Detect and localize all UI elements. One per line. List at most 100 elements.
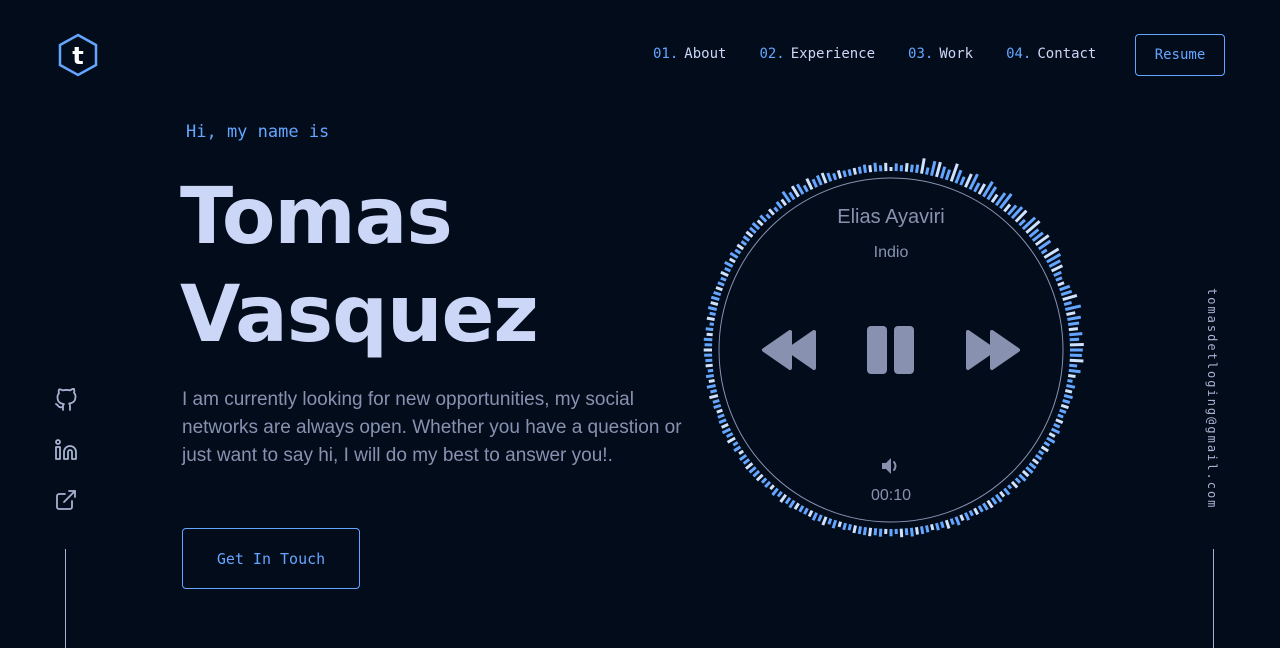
visualizer-bar [709, 394, 719, 400]
visualizer-bar [715, 286, 723, 292]
track-name: Indio [873, 244, 909, 261]
visualizer-bar [724, 260, 734, 268]
visualizer-bar [720, 423, 729, 429]
visualizer-bar [1055, 418, 1064, 424]
visualizer-bar [803, 507, 809, 515]
visualizer-bar [1037, 449, 1045, 456]
resume-button[interactable]: Resume [1135, 34, 1225, 76]
visualizer-bar [915, 526, 919, 535]
nav-item-number: 01. [653, 46, 679, 62]
visualizer-bar [718, 418, 727, 424]
visualizer-bar [827, 518, 833, 525]
visualizer-bar [973, 507, 980, 516]
visualizer-bar [1048, 432, 1056, 438]
visualizer-bar [920, 526, 925, 535]
visualizer-bar [788, 191, 796, 201]
visualizer-bar [1064, 304, 1082, 311]
visualizer-bar [733, 445, 742, 453]
main-nav: 01. About 02. Experience 03. Work 04. Co… [653, 46, 1129, 62]
visualizer-bar [817, 514, 823, 522]
visualizer-bar [954, 516, 961, 526]
visualizer-bar [706, 332, 713, 337]
visualizer-bar [1028, 462, 1037, 470]
visualizer-bar [1067, 379, 1073, 383]
last-name: Vasquez [180, 270, 539, 360]
visualizer-bar [705, 327, 714, 332]
visualizer-bar [939, 166, 947, 179]
visualizer-bar [1050, 427, 1061, 435]
logo-icon[interactable]: t [57, 33, 99, 77]
nav-item-label: About [684, 46, 727, 62]
first-name: Tomas [180, 172, 453, 262]
visualizer-bar [1066, 311, 1076, 316]
visualizer-bar [1053, 270, 1062, 277]
nav-item-about[interactable]: 01. About [653, 46, 726, 62]
visualizer-bar [721, 427, 732, 435]
visualizer-bar [968, 509, 974, 517]
visualizer-bar [713, 290, 722, 297]
visualizer-bar [930, 160, 937, 177]
visualizer-bar [706, 384, 716, 389]
visualizer-bar [832, 172, 838, 181]
visualizer-bar [862, 164, 867, 174]
visualizer-bar [935, 161, 942, 178]
visualizer-bar [1055, 276, 1063, 282]
visualizer-bar [1025, 466, 1034, 474]
fast-forward-icon[interactable] [964, 328, 1022, 372]
visualizer-bar [977, 505, 984, 513]
nav-item-contact[interactable]: 04. Contact [1006, 46, 1096, 62]
linkedin-icon[interactable] [54, 438, 78, 462]
visualizer-bar [868, 527, 873, 537]
nav-item-experience[interactable]: 02. Experience [759, 46, 875, 62]
visualizer-bar [742, 458, 751, 465]
visualizer-bar [1060, 289, 1073, 297]
visualizer-bar [811, 512, 818, 521]
visualizer-bar [1057, 413, 1064, 419]
visualizer-bar [815, 174, 823, 186]
rewind-icon[interactable] [760, 328, 818, 372]
email-link[interactable]: tomasdetloging@gmail.com [1205, 288, 1219, 509]
visualizer-bar [710, 295, 720, 302]
visualizer-bar [904, 162, 909, 172]
visualizer-bar [930, 523, 935, 531]
visualizer-bar [821, 516, 828, 526]
visualizer-bar [973, 182, 981, 193]
visualizer-bar [755, 473, 764, 482]
visualizer-bar [873, 528, 878, 536]
nav-item-work[interactable]: 03. Work [908, 46, 973, 62]
pause-icon[interactable] [866, 325, 916, 375]
visualizer-bar [1059, 284, 1071, 292]
visualizer-bar [1067, 315, 1082, 321]
visualizer-bar [707, 368, 714, 373]
volume-icon[interactable] [880, 456, 902, 476]
logo-letter: t [72, 42, 83, 70]
visualizer-bar [878, 528, 883, 537]
visualizer-bar [738, 449, 745, 456]
external-link-icon[interactable] [54, 488, 78, 512]
visualizer-bar [842, 170, 847, 178]
github-icon[interactable] [54, 388, 78, 412]
visualizer-bar [959, 514, 965, 522]
get-in-touch-button[interactable]: Get In Touch [182, 528, 360, 589]
nav-item-label: Contact [1037, 46, 1097, 62]
visualizer-bar [820, 172, 828, 184]
visualizer-bar [1053, 423, 1061, 429]
visualizer-bar [709, 311, 716, 316]
visualizer-bar [1031, 458, 1040, 465]
visualizer-bar [847, 168, 852, 177]
visualizer-bar [1040, 445, 1050, 453]
visualizer-bar [1069, 358, 1084, 363]
hero-name: Tomas Vasquez [180, 168, 539, 364]
visualizer-bar [836, 169, 843, 179]
visualizer-bar [949, 518, 955, 526]
visualizer-bar [1063, 394, 1073, 400]
visualizer-bar [705, 374, 715, 379]
visualizer-bar [1069, 363, 1078, 368]
visualizer-bar [935, 522, 940, 531]
visualizer-bar [964, 512, 971, 521]
visualizer-bar [703, 337, 713, 342]
visualizer-bar [944, 169, 952, 181]
visualizer-bar [752, 469, 761, 478]
visualizer-bar [852, 167, 857, 175]
visualizer-bar [1060, 403, 1069, 410]
